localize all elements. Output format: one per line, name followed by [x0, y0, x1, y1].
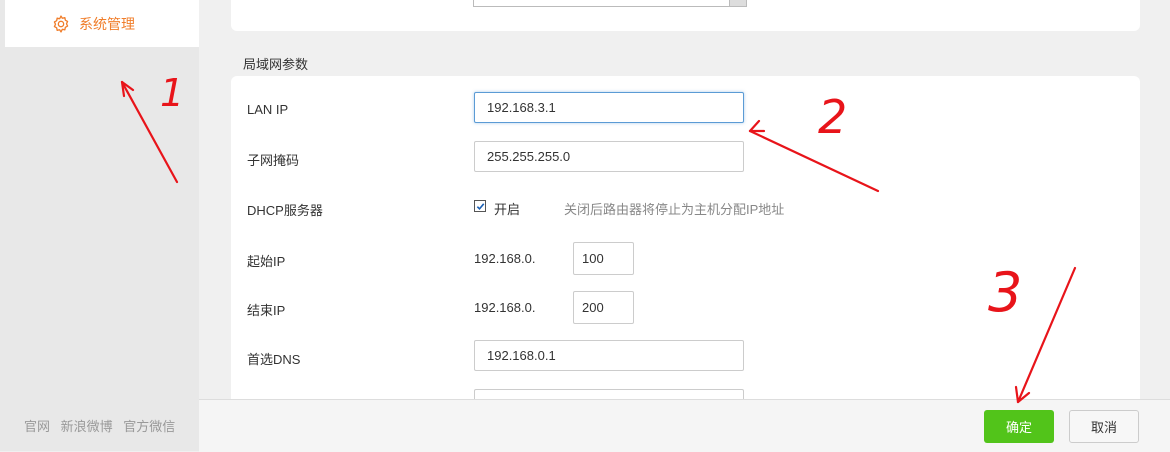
- start-ip-prefix: 192.168.0.: [474, 251, 536, 266]
- lan-ip-label: LAN IP: [247, 102, 289, 117]
- footer-link-website[interactable]: 官网: [24, 419, 50, 434]
- sidebar: 系统管理 官网 新浪微博 官方微信: [0, 0, 199, 451]
- subnet-mask-label: 子网掩码: [247, 153, 300, 168]
- section-title: 局域网参数: [243, 57, 309, 72]
- start-ip-label: 起始IP: [247, 254, 286, 269]
- dhcp-server-label: DHCP服务器: [247, 203, 323, 218]
- dhcp-hint: 关闭后路由器将停止为主机分配IP地址: [564, 202, 785, 217]
- action-bar: 确定 取消: [199, 399, 1170, 452]
- dhcp-enable-checkbox[interactable]: [474, 200, 486, 212]
- sidebar-footer: 官网 新浪微博 官方微信: [24, 416, 182, 435]
- end-ip-input[interactable]: [573, 291, 634, 324]
- gear-icon: [53, 14, 69, 33]
- previous-select[interactable]: [473, 0, 747, 7]
- footer-link-weibo[interactable]: 新浪微博: [61, 419, 113, 434]
- sidebar-item-system-management[interactable]: 系统管理: [5, 0, 199, 47]
- cancel-button[interactable]: 取消: [1069, 410, 1139, 443]
- select-scrollbar[interactable]: [729, 0, 746, 6]
- lan-settings-card: LAN IP 子网掩码 DHCP服务器 开启 关闭后路由器将停止为主机分配IP地…: [231, 76, 1140, 420]
- subnet-mask-input[interactable]: [474, 141, 744, 172]
- end-ip-label: 结束IP: [247, 303, 286, 318]
- checkmark-icon: [476, 202, 484, 210]
- previous-section-card: [231, 0, 1140, 31]
- start-ip-input[interactable]: [573, 242, 634, 275]
- preferred-dns-input[interactable]: [474, 340, 744, 371]
- end-ip-prefix: 192.168.0.: [474, 300, 536, 315]
- dhcp-enable-label: 开启: [494, 202, 521, 217]
- sidebar-item-label: 系统管理: [79, 15, 135, 32]
- lan-ip-input[interactable]: [474, 92, 744, 123]
- preferred-dns-label: 首选DNS: [247, 352, 301, 367]
- footer-link-wechat[interactable]: 官方微信: [123, 419, 175, 434]
- main-content: 局域网参数 LAN IP 子网掩码 DHCP服务器 开启 关闭后路由器将停止为主…: [199, 0, 1170, 451]
- confirm-button[interactable]: 确定: [984, 410, 1054, 443]
